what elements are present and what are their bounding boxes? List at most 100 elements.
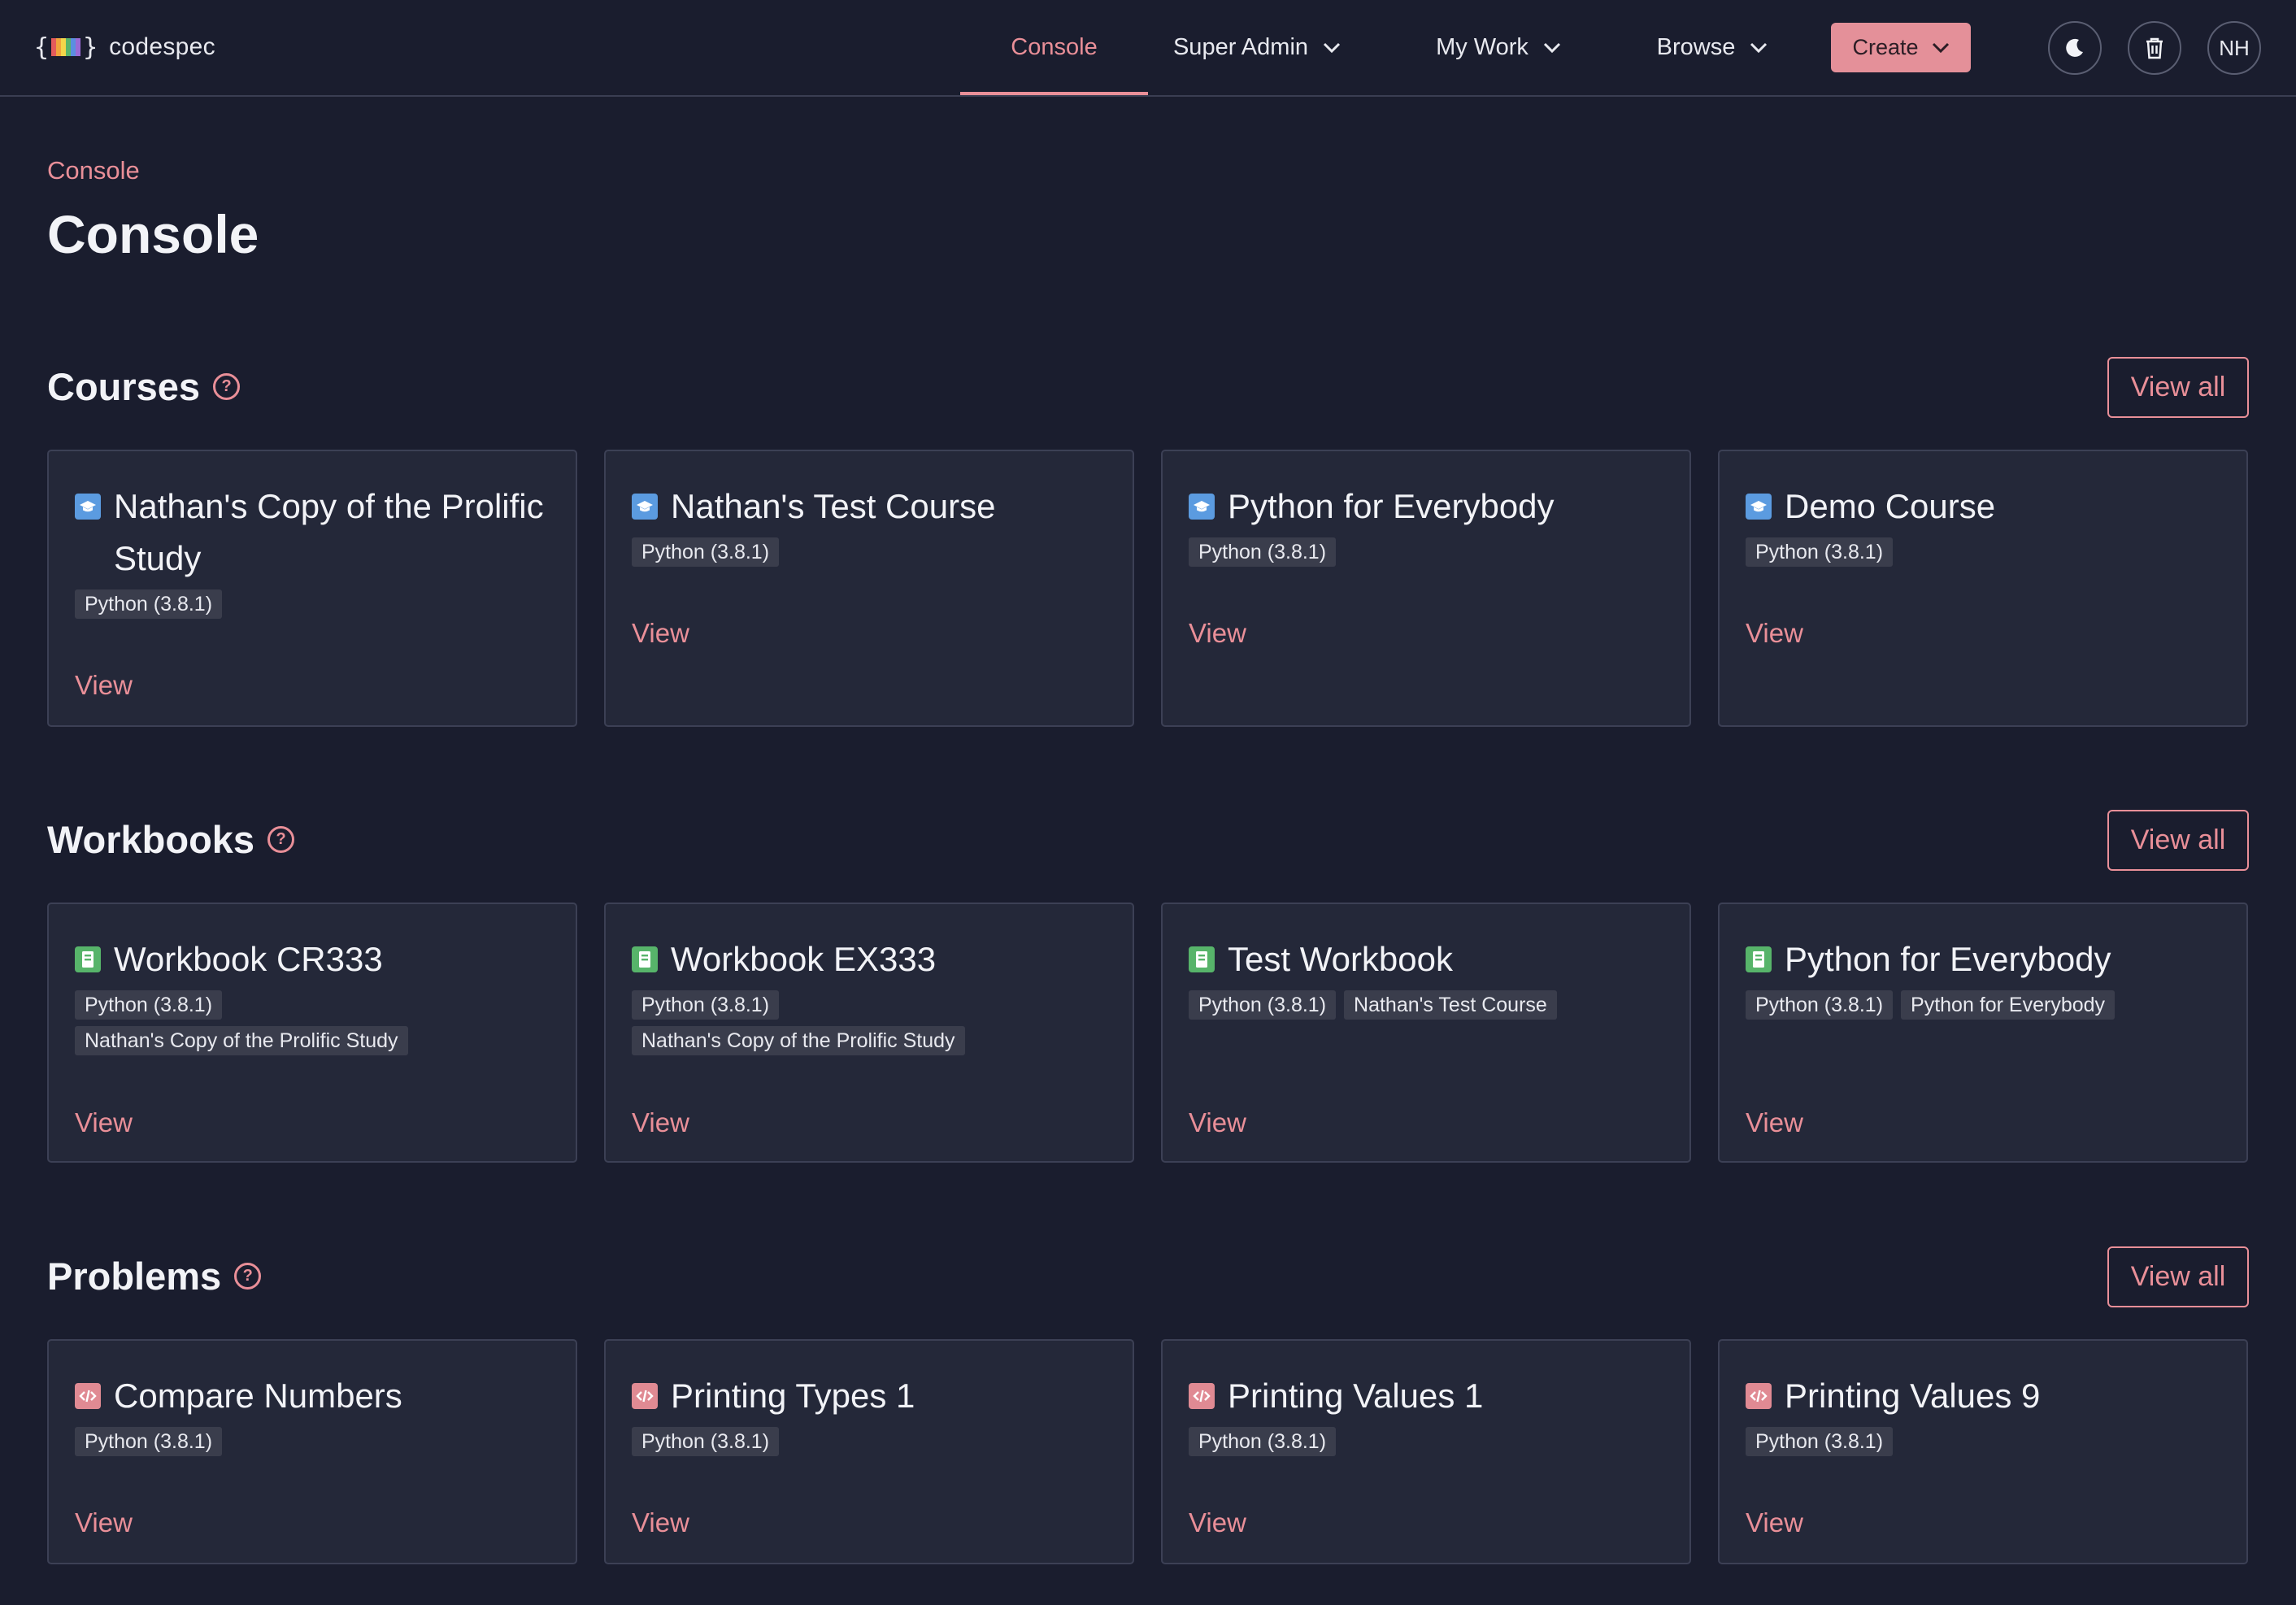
card-title-text: Workbook EX333 xyxy=(671,940,937,978)
problems-card[interactable]: Printing Values 9 Python (3.8.1) View xyxy=(1718,1339,2248,1564)
page-title: Console xyxy=(47,204,259,264)
tag-list: Python (3.8.1) Python for Everybody xyxy=(1746,990,2230,1020)
card-title[interactable]: Printing Types 1 xyxy=(632,1370,1110,1422)
tag-list: Python (3.8.1) xyxy=(1746,537,2230,567)
view-link[interactable]: View xyxy=(1746,618,1803,649)
tag-list: Python (3.8.1) xyxy=(75,589,559,619)
chevron-down-icon xyxy=(1932,42,1949,53)
nav-my-work-label: My Work xyxy=(1436,34,1528,60)
courses-heading: Courses xyxy=(47,365,201,408)
code-icon xyxy=(1189,1383,1215,1409)
breadcrumb[interactable]: Console xyxy=(47,156,140,185)
courses-card[interactable]: Demo Course Python (3.8.1) View xyxy=(1718,450,2248,727)
view-link[interactable]: View xyxy=(1746,1107,1803,1138)
card-title[interactable]: Compare Numbers xyxy=(75,1370,553,1422)
courses-card[interactable]: Nathan's Copy of the Prolific Study Pytho… xyxy=(47,450,577,727)
view-link[interactable]: View xyxy=(632,1507,689,1538)
code-icon xyxy=(75,1383,101,1409)
logo-mark: { } xyxy=(34,33,98,62)
tag-badge: Python (3.8.1) xyxy=(1189,537,1337,567)
card-title[interactable]: Demo Course xyxy=(1746,481,2224,533)
logo-brace-right: } xyxy=(83,33,98,62)
problems-card[interactable]: Compare Numbers Python (3.8.1) View xyxy=(47,1339,577,1564)
card-title[interactable]: Python for Everybody xyxy=(1746,933,2224,985)
tag-badge: Python (3.8.1) xyxy=(75,990,223,1020)
workbooks-card[interactable]: Test Workbook Python (3.8.1) Nathan's Test… xyxy=(1161,903,1691,1163)
card-title[interactable]: Printing Values 1 xyxy=(1189,1370,1667,1422)
tag-list: Python (3.8.1) xyxy=(632,537,1116,567)
tag-list: Python (3.8.1) Nathan's Copy of the Proli… xyxy=(632,990,1116,1055)
graduation-cap-icon xyxy=(75,494,101,520)
courses-card[interactable]: Nathan's Test Course Python (3.8.1) View xyxy=(604,450,1134,727)
workbooks-card[interactable]: Workbook CR333 Python (3.8.1) Nathan's Cop… xyxy=(47,903,577,1163)
nav-my-work[interactable]: My Work xyxy=(1398,0,1598,95)
card-title-text: Nathan's Copy of the Prolific Study xyxy=(114,487,544,577)
card-title[interactable]: Python for Everybody xyxy=(1189,481,1667,533)
tag-list: Python (3.8.1) xyxy=(75,1427,559,1456)
card-title[interactable]: Test Workbook xyxy=(1189,933,1667,985)
graduation-cap-icon xyxy=(1746,494,1772,520)
app-logo[interactable]: { } codespec xyxy=(34,29,215,65)
view-link[interactable]: View xyxy=(1189,618,1246,649)
tag-list: Python (3.8.1) xyxy=(1189,1427,1673,1456)
card-title[interactable]: Printing Values 9 xyxy=(1746,1370,2224,1422)
view-link[interactable]: View xyxy=(75,670,133,701)
courses-card[interactable]: Python for Everybody Python (3.8.1) View xyxy=(1161,450,1691,727)
tag-list: Python (3.8.1) xyxy=(1746,1427,2230,1456)
help-circle-icon[interactable]: ? xyxy=(213,373,241,400)
problems-card[interactable]: Printing Types 1 Python (3.8.1) View xyxy=(604,1339,1134,1564)
tag-badge: Python (3.8.1) xyxy=(1746,1427,1894,1456)
user-avatar[interactable]: NH xyxy=(2207,21,2261,75)
tag-list: Python (3.8.1) xyxy=(1189,537,1673,567)
card-title[interactable]: Nathan's Copy of the Prolific Study xyxy=(75,481,553,585)
courses-section-title: Courses? xyxy=(47,364,241,409)
tag-badge: Python (3.8.1) xyxy=(632,990,780,1020)
nav-super-admin-label: Super Admin xyxy=(1172,34,1309,60)
problems-card[interactable]: Printing Values 1 Python (3.8.1) View xyxy=(1161,1339,1691,1564)
logo-rainbow-icon xyxy=(51,38,81,56)
card-title-text: Python for Everybody xyxy=(1228,487,1555,525)
card-title[interactable]: Workbook EX333 xyxy=(632,933,1110,985)
view-link[interactable]: View xyxy=(75,1107,133,1138)
tag-badge: Python (3.8.1) xyxy=(1746,990,1894,1020)
nav-super-admin[interactable]: Super Admin xyxy=(1148,0,1366,95)
workbooks-card[interactable]: Python for Everybody Python (3.8.1) Python… xyxy=(1718,903,2248,1163)
trash-button[interactable] xyxy=(2128,21,2181,75)
view-link[interactable]: View xyxy=(632,1107,689,1138)
nav-console[interactable]: Console xyxy=(960,0,1148,95)
card-title-text: Nathan's Test Course xyxy=(671,487,996,525)
courses-view-all-button[interactable]: View all xyxy=(2107,357,2249,418)
trash-icon xyxy=(2146,37,2163,59)
view-link[interactable]: View xyxy=(1746,1507,1803,1538)
tag-list: Python (3.8.1) Nathan's Test Course xyxy=(1189,990,1673,1020)
create-button[interactable]: Create xyxy=(1831,23,1971,72)
problems-view-all-button[interactable]: View all xyxy=(2107,1246,2249,1307)
top-navigation-bar: { } codespec Console Super Admin My Work… xyxy=(0,0,2296,97)
avatar-initials: NH xyxy=(2219,35,2250,60)
help-circle-icon[interactable]: ? xyxy=(267,826,295,853)
view-link[interactable]: View xyxy=(75,1507,133,1538)
help-circle-icon[interactable]: ? xyxy=(234,1263,262,1290)
view-link[interactable]: View xyxy=(632,618,689,649)
nav-browse[interactable]: Browse xyxy=(1618,0,1807,95)
view-link[interactable]: View xyxy=(1189,1107,1246,1138)
problems-section-title: Problems? xyxy=(47,1254,262,1298)
logo-brace-left: { xyxy=(34,33,50,62)
card-title[interactable]: Workbook CR333 xyxy=(75,933,553,985)
workbooks-view-all-button[interactable]: View all xyxy=(2107,810,2249,871)
code-icon xyxy=(632,1383,658,1409)
book-icon xyxy=(75,946,101,972)
card-title-text: Compare Numbers xyxy=(114,1377,402,1415)
tag-badge: Python (3.8.1) xyxy=(1189,1427,1337,1456)
chevron-down-icon xyxy=(1750,42,1768,53)
book-icon xyxy=(632,946,658,972)
moon-icon xyxy=(2066,38,2083,57)
book-icon xyxy=(1189,946,1215,972)
tag-badge: Nathan's Copy of the Prolific Study xyxy=(632,1026,965,1055)
tag-list: Python (3.8.1) xyxy=(632,1427,1116,1456)
card-title-text: Python for Everybody xyxy=(1785,940,2111,978)
view-link[interactable]: View xyxy=(1189,1507,1246,1538)
workbooks-card[interactable]: Workbook EX333 Python (3.8.1) Nathan's Cop… xyxy=(604,903,1134,1163)
theme-toggle-button[interactable] xyxy=(2048,21,2102,75)
card-title[interactable]: Nathan's Test Course xyxy=(632,481,1110,533)
